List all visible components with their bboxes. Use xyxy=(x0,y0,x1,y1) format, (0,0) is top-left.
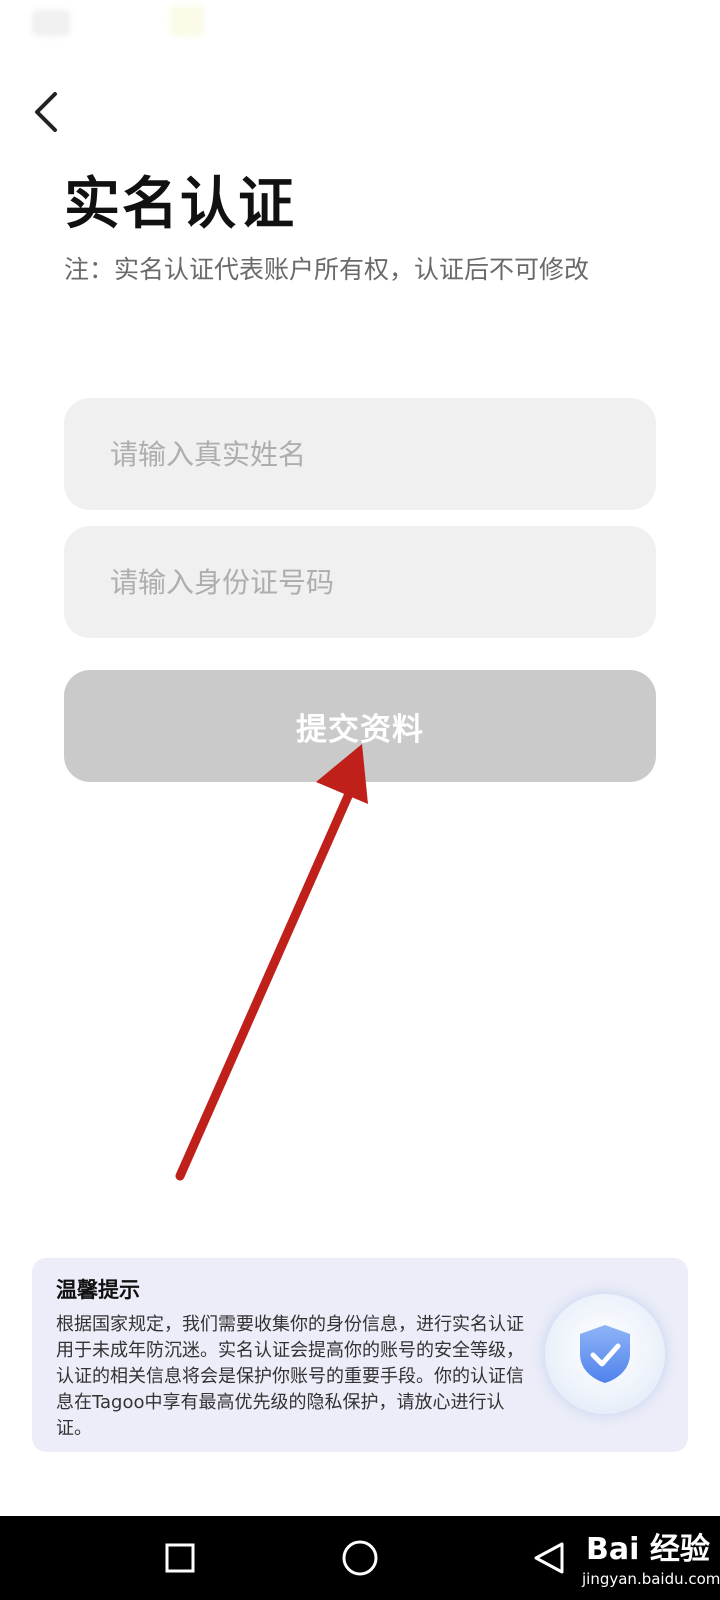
home-button[interactable] xyxy=(338,1536,382,1580)
circle-icon xyxy=(342,1540,378,1576)
real-name-input[interactable] xyxy=(110,398,630,510)
watermark: Bai 经验 jingyan.baidu.com xyxy=(560,1520,720,1600)
tips-title: 温馨提示 xyxy=(56,1278,140,1302)
id-number-field[interactable] xyxy=(64,526,656,638)
shield-check-icon xyxy=(580,1325,630,1383)
watermark-logo: Bai 经验 xyxy=(586,1532,710,1567)
tips-body: 根据国家规定，我们需要收集你的身份信息，进行实名认证用于未成年防沉迷。实名认证会… xyxy=(56,1314,524,1439)
page-note: 注：实名认证代表账户所有权，认证后不可修改 xyxy=(64,255,590,284)
page-title: 实名认证 xyxy=(64,172,296,237)
status-bar-blur xyxy=(32,10,70,36)
status-bar-blur xyxy=(170,6,204,36)
chevron-left-icon xyxy=(35,92,57,132)
tips-card: 温馨提示 根据国家规定，我们需要收集你的身份信息，进行实名认证用于未成年防沉迷。… xyxy=(32,1258,688,1452)
shield-badge xyxy=(545,1294,665,1414)
square-icon xyxy=(165,1543,195,1573)
real-name-verification-screen: 实名认证 注：实名认证代表账户所有权，认证后不可修改 提交资料 温馨提示 根据国… xyxy=(0,0,720,1600)
real-name-field[interactable] xyxy=(64,398,656,510)
recents-button[interactable] xyxy=(158,1536,202,1580)
watermark-url: jingyan.baidu.com xyxy=(582,1570,720,1588)
submit-button[interactable]: 提交资料 xyxy=(64,670,656,782)
id-number-input[interactable] xyxy=(110,526,630,638)
back-button[interactable] xyxy=(22,86,70,138)
